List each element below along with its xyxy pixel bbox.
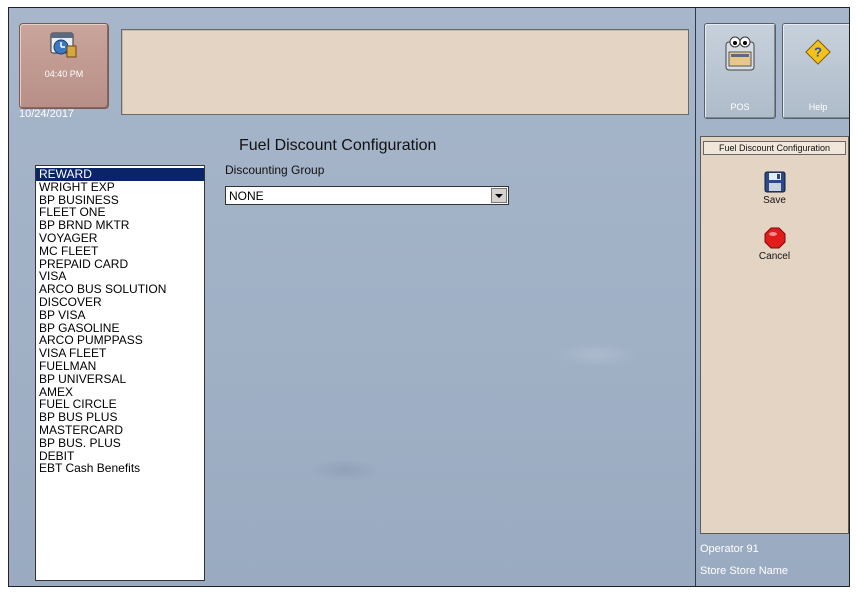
- application-window: 04:40 PM 10/24/2017 Fuel Discount Config…: [8, 7, 850, 587]
- card-type-item[interactable]: WRIGHT EXP: [36, 180, 204, 194]
- card-type-items: REWARD WRIGHT EXP BP BUSINESS FLEET ONE BP B…: [36, 166, 204, 475]
- save-disk-icon: [764, 171, 785, 193]
- card-type-item[interactable]: VOYAGER: [36, 232, 204, 245]
- chevron-down-icon[interactable]: [491, 188, 507, 203]
- clock-button[interactable]: 04:40 PM: [19, 23, 109, 109]
- help-icon: ?: [805, 39, 831, 65]
- discount-group-label: Discounting Group: [225, 163, 325, 177]
- card-type-item[interactable]: BP BUS. PLUS: [36, 436, 204, 450]
- card-type-item[interactable]: DISCOVER: [36, 296, 204, 309]
- actions-panel: Fuel Discount Configuration Save Cancel: [700, 136, 849, 534]
- pos-label: POS: [730, 102, 750, 112]
- cancel-button[interactable]: Cancel: [701, 227, 848, 262]
- card-type-item[interactable]: BP VISA: [36, 308, 204, 322]
- card-type-list[interactable]: REWARD WRIGHT EXP BP BUSINESS FLEET ONE BP B…: [35, 165, 205, 581]
- card-type-item[interactable]: MASTERCARD: [36, 424, 204, 437]
- card-type-item[interactable]: FUELMAN: [36, 360, 204, 373]
- actions-panel-header: Fuel Discount Configuration: [703, 141, 846, 155]
- page-title: Fuel Discount Configuration: [239, 137, 437, 154]
- clock-date: 10/24/2017: [19, 108, 75, 120]
- card-type-item[interactable]: BP UNIVERSAL: [36, 372, 204, 386]
- card-type-item[interactable]: REWARD: [36, 168, 204, 181]
- card-type-item[interactable]: MC FLEET: [36, 244, 204, 258]
- status-area: Operator 91 Store Store Name: [700, 538, 788, 582]
- help-label: Help: [808, 102, 828, 112]
- save-button[interactable]: Save: [701, 171, 848, 206]
- clock-icon: [50, 32, 77, 58]
- card-type-item[interactable]: EBT Cash Benefits: [36, 462, 204, 475]
- operator-text: Operator 91: [700, 543, 759, 555]
- clock-time: 04:40 PM: [44, 69, 84, 79]
- message-area: [121, 29, 689, 115]
- top-bar: 04:40 PM 10/24/2017: [9, 8, 695, 124]
- store-text: Store Store Name: [700, 565, 789, 577]
- pos-terminal-icon: [725, 36, 755, 71]
- right-panel: POS ? Help Fuel Discount Configuration S…: [695, 8, 849, 586]
- pos-button[interactable]: POS: [704, 23, 776, 119]
- discount-group-value: NONE: [229, 189, 264, 203]
- help-button[interactable]: ? Help: [782, 23, 849, 119]
- svg-text:?: ?: [814, 45, 822, 60]
- cancel-label: Cancel: [758, 251, 791, 262]
- save-label: Save: [763, 195, 786, 206]
- cancel-stop-icon: [764, 227, 785, 249]
- discount-group-select[interactable]: NONE: [225, 186, 509, 205]
